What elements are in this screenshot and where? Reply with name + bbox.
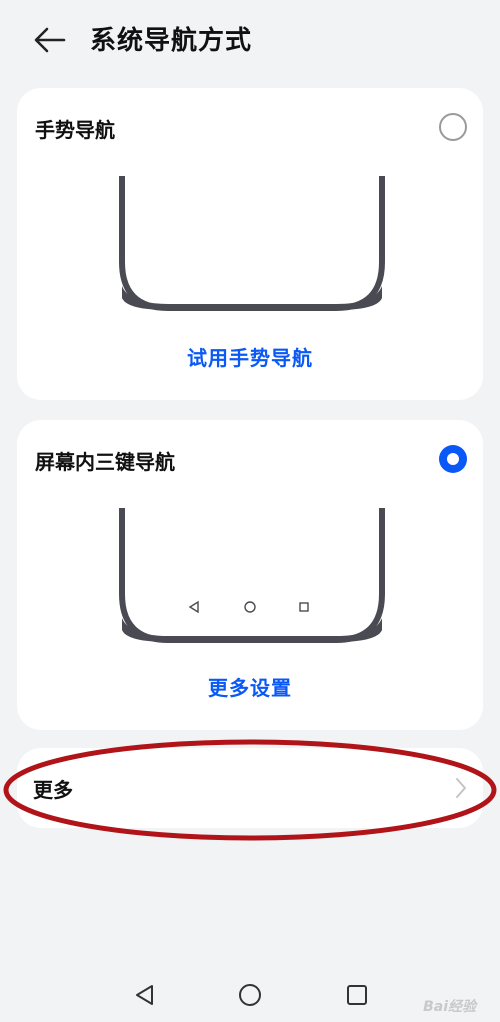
nav-back-button[interactable] — [129, 980, 159, 1010]
nav-home-button[interactable] — [235, 980, 265, 1010]
gesture-nav-radio[interactable] — [439, 113, 467, 141]
three-key-nav-title: 屏幕内三键导航 — [35, 450, 175, 474]
square-recent-icon — [347, 985, 367, 1005]
mini-triangle-back-icon — [188, 600, 199, 614]
try-gesture-nav-link[interactable]: 试用手势导航 — [17, 342, 483, 371]
app-header: 系统导航方式 — [0, 0, 500, 80]
mini-circle-home-icon — [244, 601, 256, 613]
three-key-nav-radio[interactable] — [439, 445, 467, 473]
triangle-back-icon — [136, 985, 153, 1005]
circle-home-icon — [239, 984, 261, 1006]
more-settings-link[interactable]: 更多设置 — [17, 672, 483, 701]
gesture-phone-illustration — [119, 176, 385, 311]
page-title: 系统导航方式 — [90, 26, 253, 56]
more-label: 更多 — [33, 778, 73, 802]
gesture-nav-card[interactable]: 手势导航 试用手势导航 — [17, 88, 483, 400]
arrow-left-icon — [34, 27, 66, 53]
gesture-nav-title: 手势导航 — [35, 118, 115, 142]
mini-square-recent-icon — [299, 602, 309, 612]
three-key-phone-illustration — [119, 508, 385, 643]
more-row[interactable]: 更多 — [17, 748, 483, 828]
three-key-nav-card[interactable]: 屏幕内三键导航 更多设置 — [17, 420, 483, 730]
chevron-right-icon — [456, 778, 466, 798]
watermark: Bai经验 — [423, 999, 476, 1015]
nav-recent-button[interactable] — [342, 980, 372, 1010]
back-button[interactable] — [30, 22, 70, 58]
